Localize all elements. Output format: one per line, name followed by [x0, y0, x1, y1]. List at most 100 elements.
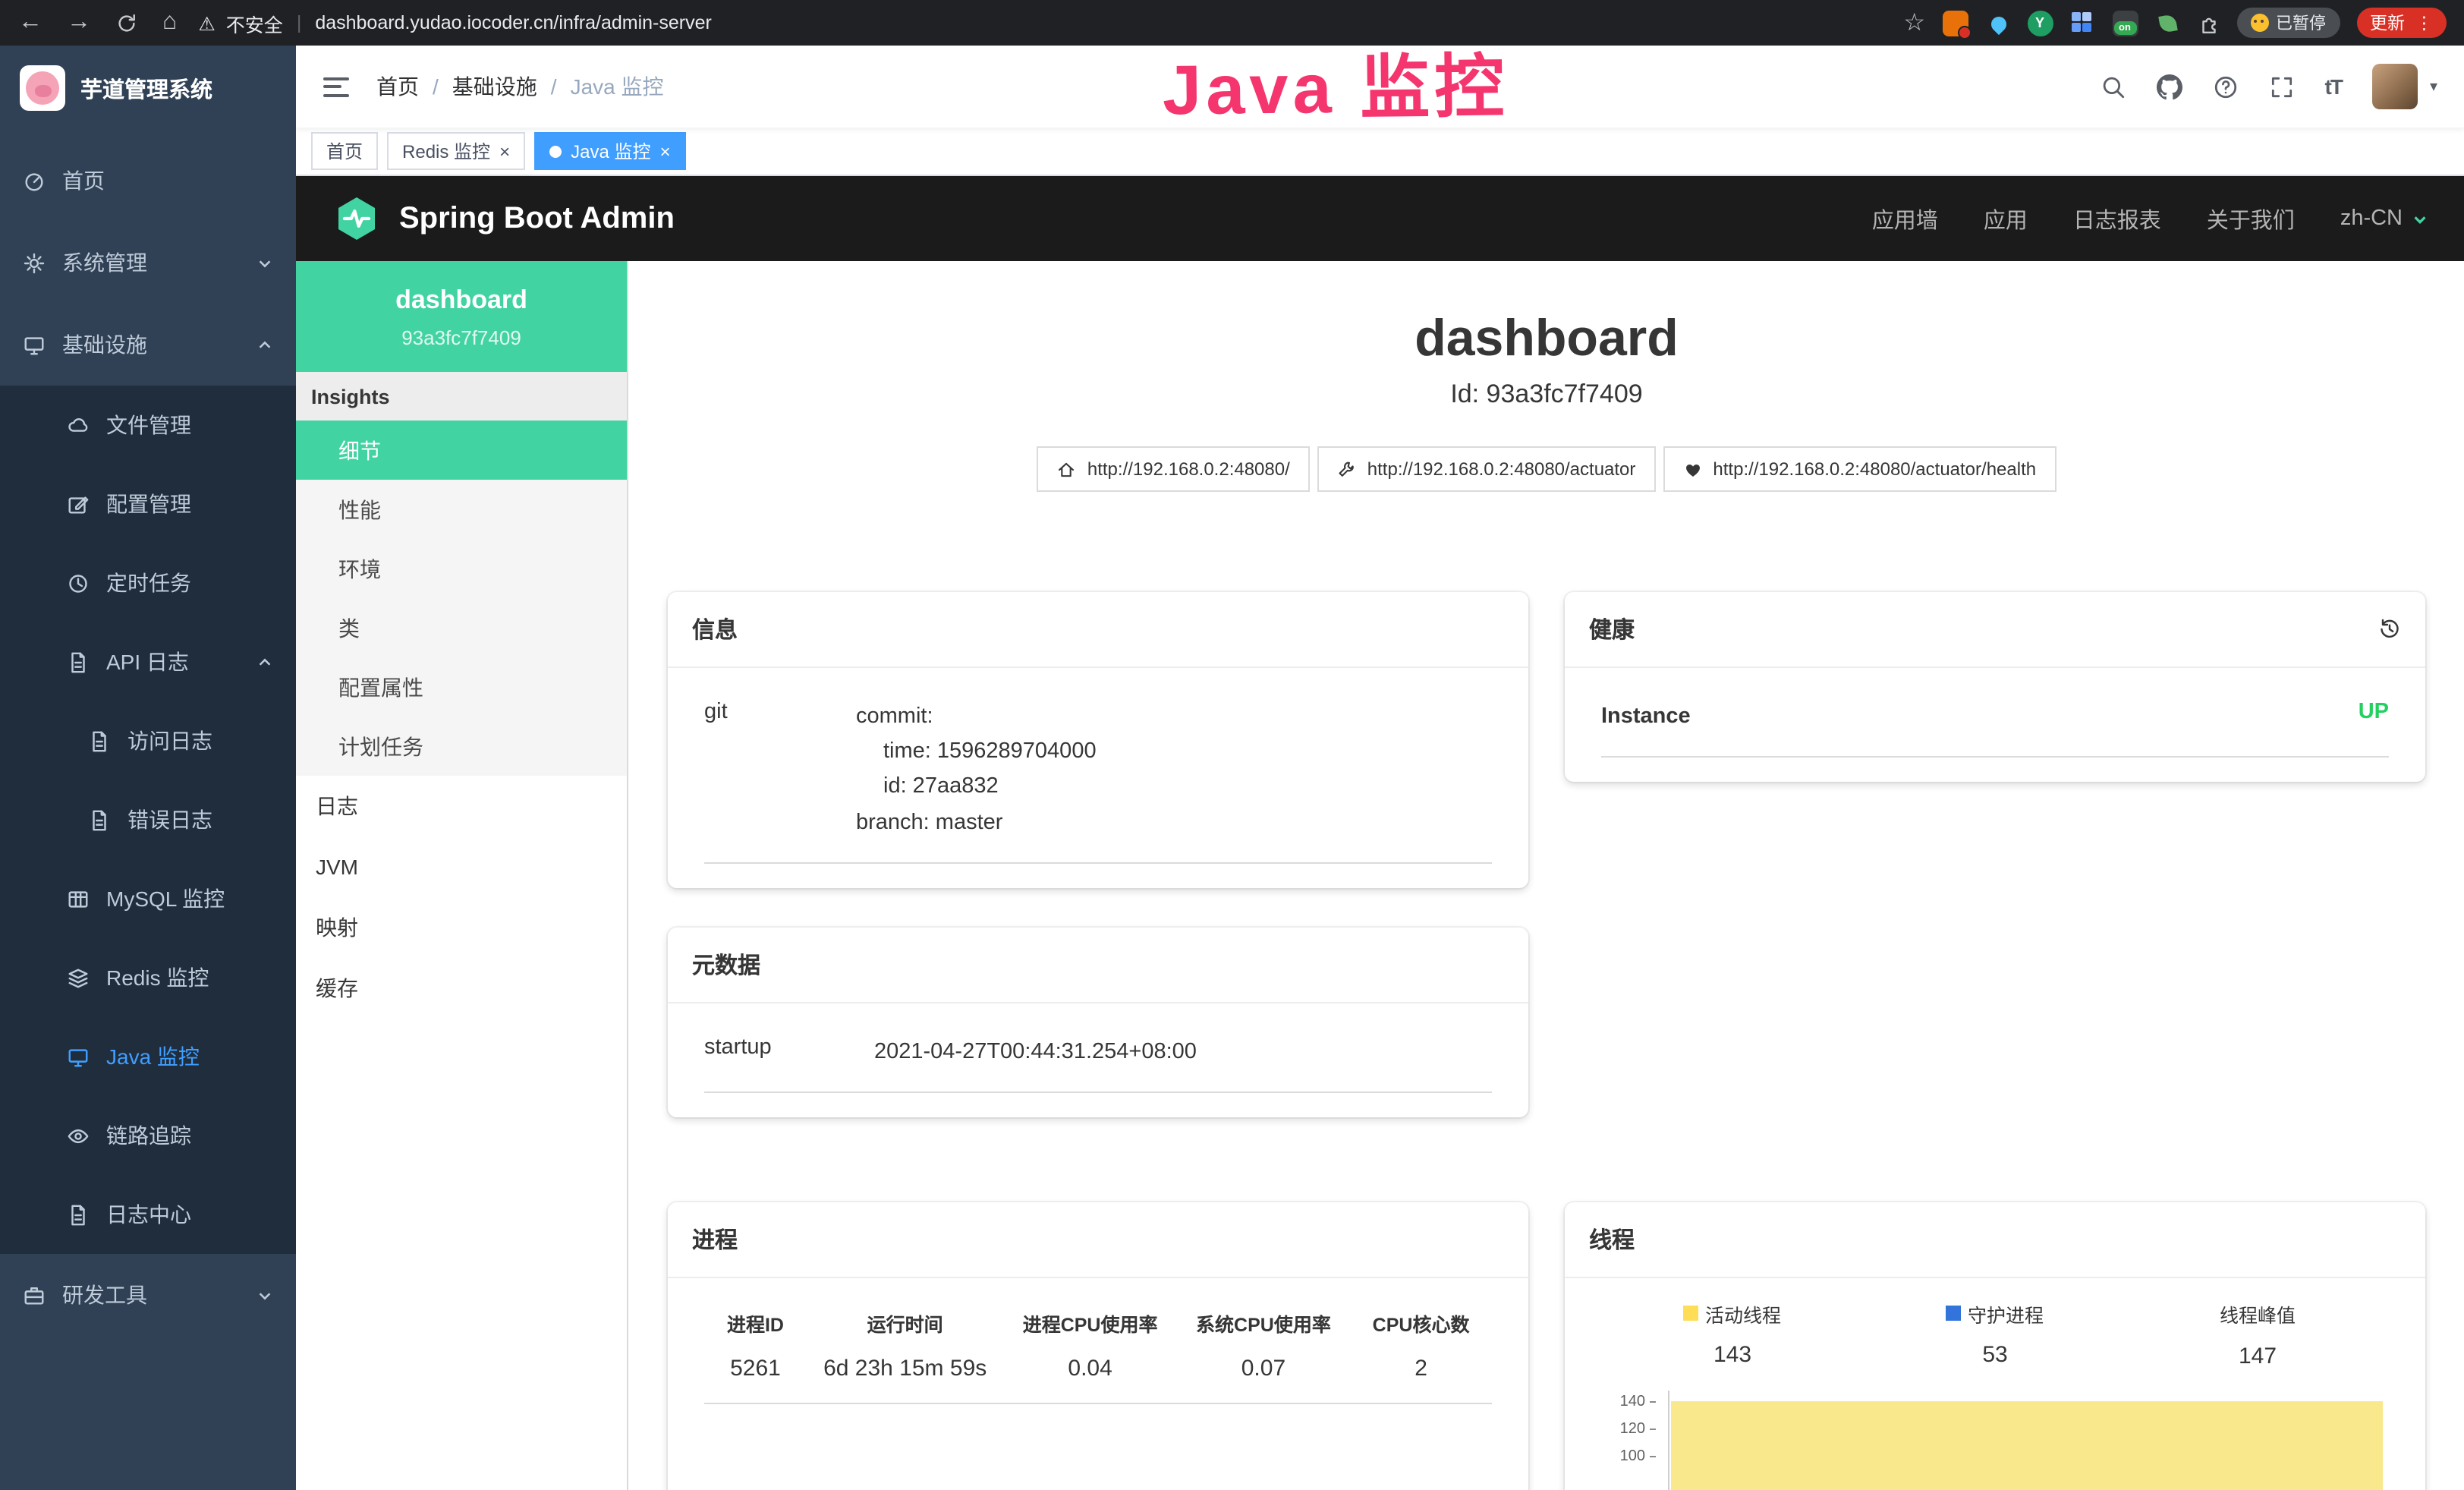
cloud-icon	[67, 414, 90, 436]
extension-grid-icon[interactable]	[2069, 10, 2095, 36]
sidebar-item-home[interactable]: 首页	[0, 140, 296, 222]
live-threads-area	[1671, 1401, 2383, 1490]
extension-y-icon[interactable]: Y	[2027, 10, 2053, 36]
sidebar-item-java-monitor[interactable]: Java 监控	[0, 1017, 296, 1096]
health-card: 健康 Instance UP	[1565, 592, 2425, 782]
breadcrumb-home[interactable]: 首页	[376, 71, 419, 102]
sidebar-item-error-logs[interactable]: 错误日志	[0, 780, 296, 859]
close-tab-icon[interactable]: ×	[499, 142, 510, 160]
fullscreen-icon[interactable]	[2269, 74, 2295, 99]
sba-menu-jvm[interactable]: JVM	[296, 836, 627, 897]
threads-card: 线程 活动线程 143 守护进程 53 线程峰值	[1565, 1202, 2425, 1490]
sba-menu-classes[interactable]: 类	[296, 598, 627, 657]
extension-orange-icon[interactable]	[1942, 10, 1968, 36]
threads-chart-plot	[1668, 1391, 2383, 1490]
github-icon[interactable]	[2157, 74, 2182, 99]
sba-menu-logs[interactable]: 日志	[296, 776, 627, 836]
sidebar-item-redis-monitor[interactable]: Redis 监控	[0, 938, 296, 1017]
hamburger-icon[interactable]	[323, 77, 349, 96]
legend-daemon-threads: 守护进程 53	[1864, 1299, 2126, 1369]
bookmark-star-icon[interactable]: ☆	[1903, 8, 1925, 38]
sidebar-item-api-logs[interactable]: API 日志	[0, 622, 296, 701]
update-label: 更新	[2370, 11, 2405, 35]
sba-brand[interactable]: Spring Boot Admin	[332, 194, 675, 243]
extension-leaf-icon[interactable]	[2154, 10, 2180, 36]
instance-title: dashboard	[628, 307, 2464, 370]
extension-on-icon[interactable]: on	[2112, 10, 2138, 36]
info-card: 信息 git commit: time: 1596289704000 id: 2…	[668, 592, 1528, 888]
sba-menu-section-insights: Insights	[296, 372, 627, 421]
sidebar-item-system[interactable]: 系统管理	[0, 222, 296, 304]
sba-instance-id: 93a3fc7f7409	[296, 326, 627, 349]
user-avatar[interactable]	[2372, 64, 2418, 109]
sidebar-item-log-center[interactable]: 日志中心	[0, 1175, 296, 1254]
sba-menu-environment[interactable]: 环境	[296, 539, 627, 598]
app-logo[interactable]: 芋道管理系统	[0, 46, 296, 131]
sba-menu-metrics[interactable]: 性能	[296, 480, 627, 539]
chrome-update-button[interactable]: 更新 ⋮	[2356, 8, 2447, 38]
sync-paused-chip[interactable]: 已暂停	[2236, 8, 2340, 38]
font-size-icon[interactable]: tT	[2325, 74, 2342, 99]
sba-brand-title: Spring Boot Admin	[399, 201, 675, 236]
info-card-header: 信息	[668, 592, 1528, 668]
breadcrumb-infra[interactable]: 基础设施	[452, 71, 537, 102]
close-tab-icon[interactable]: ×	[659, 142, 670, 160]
document-icon	[67, 650, 90, 673]
sidebar-item-mysql-monitor[interactable]: MySQL 监控	[0, 859, 296, 938]
sba-nav-wallboard[interactable]: 应用墙	[1872, 203, 1938, 235]
instance-id-line: Id: 93a3fc7f7409	[628, 380, 2464, 410]
sba-nav-journal[interactable]: 日志报表	[2073, 203, 2161, 235]
url-text: dashboard.yudao.iocoder.cn/infra/admin-s…	[315, 12, 712, 33]
threads-chart: 140 120 100	[1601, 1391, 2389, 1479]
process-card: 进程 进程ID 运行时间 进程CPU使用率 系统CPU使用率 CPU核心数 52…	[668, 1202, 1528, 1490]
document-icon	[67, 1203, 90, 1226]
browser-menu-icon[interactable]: ⋮	[2415, 12, 2433, 33]
legend-live-threads: 活动线程 143	[1601, 1299, 1864, 1369]
health-url-link[interactable]: http://192.168.0.2:48080/actuator/health	[1663, 446, 2056, 492]
sidebar-item-devtools[interactable]: 研发工具	[0, 1254, 296, 1336]
sidebar-item-infra[interactable]: 基础设施	[0, 304, 296, 386]
sba-menu-details[interactable]: 细节	[296, 421, 627, 480]
tab-java-monitor[interactable]: Java 监控 ×	[534, 132, 685, 170]
sba-instance-header[interactable]: dashboard 93a3fc7f7409	[296, 261, 627, 372]
browser-toolbar: ← → ⌂ ⚠ 不安全 | dashboard.yudao.iocoder.cn…	[0, 0, 2464, 46]
back-button[interactable]: ←	[18, 9, 42, 36]
tags-view-bar: 首页 Redis 监控 × Java 监控 ×	[296, 128, 2464, 176]
heart-icon	[1682, 459, 1702, 479]
sba-menu-configprops[interactable]: 配置属性	[296, 657, 627, 717]
sidebar-item-tracing[interactable]: 链路追踪	[0, 1096, 296, 1175]
sba-nav-about[interactable]: 关于我们	[2207, 203, 2295, 235]
infra-submenu: 文件管理 配置管理 定时任务 API 日志 访问日志	[0, 386, 296, 1254]
home-button[interactable]: ⌂	[162, 9, 177, 36]
info-card-title: 信息	[692, 613, 738, 645]
extensions-puzzle-icon[interactable]	[2197, 11, 2220, 34]
sba-menu-mappings[interactable]: 映射	[296, 897, 627, 958]
process-value-row: 5261 6d 23h 15m 59s 0.04 0.07 2	[704, 1347, 1492, 1403]
process-header-row: 进程ID 运行时间 进程CPU使用率 系统CPU使用率 CPU核心数	[704, 1290, 1492, 1347]
health-row-instance: Instance UP	[1601, 677, 2389, 758]
avatar-caret-icon: ▾	[2430, 78, 2437, 95]
sidebar-item-config-mgmt[interactable]: 配置管理	[0, 465, 296, 543]
actuator-url-link[interactable]: http://192.168.0.2:48080/actuator	[1317, 446, 1656, 492]
address-bar[interactable]: ⚠ 不安全 | dashboard.yudao.iocoder.cn/infra…	[198, 8, 1882, 37]
cards-grid: 信息 git commit: time: 1596289704000 id: 2…	[668, 592, 2425, 1490]
tab-home[interactable]: 首页	[311, 132, 378, 170]
legend-blue-swatch	[1946, 1306, 1962, 1321]
history-icon[interactable]	[2378, 618, 2401, 641]
service-url-link[interactable]: http://192.168.0.2:48080/	[1037, 446, 1310, 492]
sidebar-item-cron-jobs[interactable]: 定时任务	[0, 543, 296, 622]
sba-menu-caches[interactable]: 缓存	[296, 958, 627, 1019]
sba-locale-select[interactable]: zh-CN	[2340, 206, 2428, 231]
metadata-card-header: 元数据	[668, 928, 1528, 1003]
reload-button[interactable]	[115, 11, 138, 34]
help-icon[interactable]	[2213, 74, 2239, 99]
sidebar-item-access-logs[interactable]: 访问日志	[0, 701, 296, 780]
search-icon[interactable]	[2101, 74, 2126, 99]
sba-nav-applications[interactable]: 应用	[1984, 203, 2028, 235]
tab-redis-monitor[interactable]: Redis 监控 ×	[387, 132, 525, 170]
sidebar-item-file-mgmt[interactable]: 文件管理	[0, 386, 296, 465]
forward-button[interactable]: →	[67, 9, 91, 36]
sba-menu-scheduled-tasks[interactable]: 计划任务	[296, 717, 627, 776]
extension-drop-icon[interactable]	[1984, 10, 2010, 36]
chevron-down-icon	[256, 254, 273, 271]
